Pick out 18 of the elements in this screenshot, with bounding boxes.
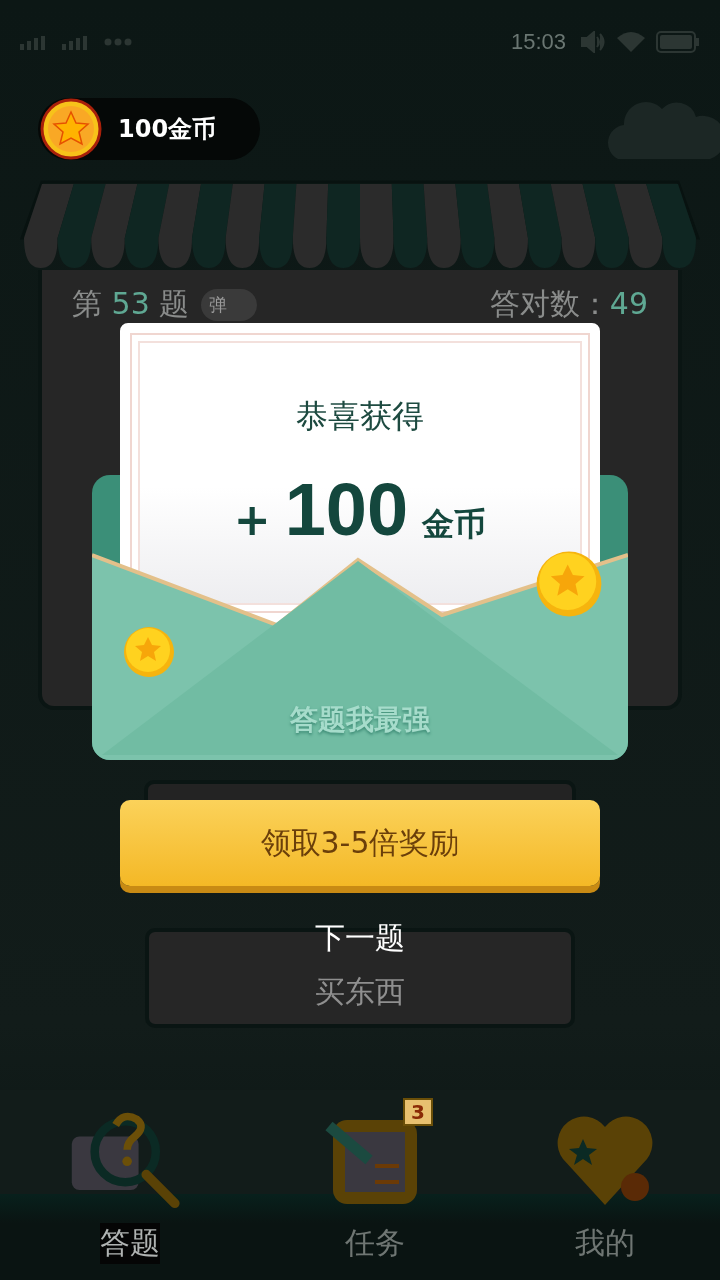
tab[interactable]: 答题: [51, 1090, 209, 1280]
status-time: 15:03: [510, 29, 566, 55]
tab[interactable]: 3 任务: [311, 1090, 439, 1280]
wifi-icon: [616, 31, 646, 53]
more-icon: [104, 38, 132, 46]
question-number: 第 53 题: [72, 285, 190, 323]
danmaku-toggle[interactable]: 弹: [201, 288, 258, 321]
star-coin-icon: [122, 625, 176, 679]
coin-balance-badge: 100金币: [38, 98, 261, 160]
popup-title: 恭喜获得: [296, 396, 424, 437]
reward-amount: + 100 金币: [233, 467, 487, 552]
task-count-badge: 3: [403, 1098, 433, 1126]
battery-icon: [656, 31, 700, 53]
star-coin-icon: [534, 549, 604, 619]
correct-count: 答对数：49: [489, 285, 648, 323]
speaker-icon: [580, 31, 606, 53]
tab[interactable]: 我的: [541, 1090, 669, 1280]
star-coin-icon: [40, 98, 102, 160]
